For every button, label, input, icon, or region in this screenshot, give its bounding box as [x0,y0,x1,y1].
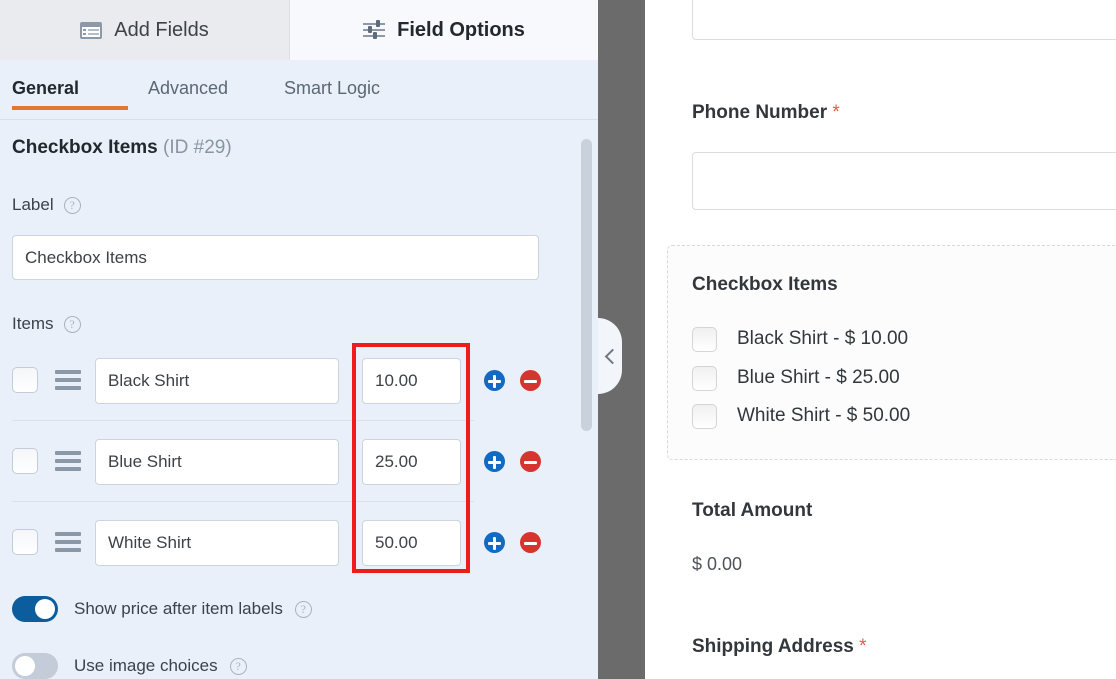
preview-input-above[interactable] [692,0,1116,40]
item-price-input[interactable]: 50.00 [362,520,461,566]
drag-handle-icon[interactable] [55,532,81,552]
toggle-image-choices-label-wrap: Use image choices ? [74,656,247,676]
preview-choice-label: Black Shirt - $ 10.00 [737,328,908,350]
builder-sub-tabs: General Advanced Smart Logic [0,60,598,120]
label-field-label: Label ? [12,195,81,215]
minus-circle-icon[interactable] [520,532,541,553]
chevron-left-icon [604,348,620,364]
subtab-general[interactable]: General [12,78,79,99]
item-label-input[interactable]: Blue Shirt [95,439,339,485]
preview-phone-label-text: Phone Number [692,102,827,123]
items-help-icon[interactable]: ? [64,316,81,333]
toggle-image-choices-row: Use image choices ? [12,653,247,679]
required-marker: * [859,636,866,657]
preview-phone-input[interactable] [692,152,1116,210]
active-subtab-underline [12,106,128,110]
list-box-icon [80,22,102,39]
drag-handle-icon[interactable] [55,370,81,390]
preview-choice-checkbox[interactable] [692,404,717,429]
minus-circle-icon[interactable] [520,370,541,391]
toggle-show-price[interactable] [12,596,58,622]
preview-shipping-label-text: Shipping Address [692,636,854,657]
tab-field-options-label: Field Options [397,19,525,42]
builder-top-tabs: Add Fields Field Options [0,0,598,60]
panel-scrollbar[interactable] [581,121,592,679]
label-help-icon[interactable]: ? [64,197,81,214]
plus-circle-icon[interactable] [484,451,505,472]
item-price-input[interactable]: 10.00 [362,358,461,404]
plus-circle-icon[interactable] [484,532,505,553]
tab-add-fields-label: Add Fields [114,19,209,42]
field-title-text: Checkbox Items [12,137,158,158]
toggle-show-price-label-wrap: Show price after item labels ? [74,599,312,619]
preview-phone-label: Phone Number * [692,102,840,124]
item-row: Black Shirt 10.00 [0,343,598,424]
item-label-input[interactable]: Black Shirt [95,358,339,404]
row-divider [12,420,474,421]
item-default-checkbox[interactable] [12,448,38,474]
label-field-label-text: Label [12,195,54,215]
minus-circle-icon[interactable] [520,451,541,472]
preview-choice-checkbox[interactable] [692,327,717,352]
preview-total-value: $ 0.00 [692,554,742,575]
panel-scrollbar-thumb[interactable] [581,139,592,431]
field-id: (ID #29) [163,137,232,158]
field-options-body: Checkbox Items (ID #29) Label ? Checkbox… [0,121,598,679]
collapse-panel-button[interactable] [598,318,622,394]
preview-choice-label: Blue Shirt - $ 25.00 [737,367,900,389]
item-label-input[interactable]: White Shirt [95,520,339,566]
preview-shipping-label: Shipping Address * [692,636,867,658]
label-input[interactable]: Checkbox Items [12,235,539,280]
preview-choice-checkbox[interactable] [692,366,717,391]
item-default-checkbox[interactable] [12,367,38,393]
field-options-panel: Add Fields Field Options General Advance… [0,0,598,679]
field-title: Checkbox Items (ID #29) [12,137,232,159]
form-preview-panel: Phone Number * Checkbox Items Black Shir… [645,0,1116,679]
app-root: Add Fields Field Options General Advance… [0,0,1116,679]
toggle-show-price-row: Show price after item labels ? [12,596,312,622]
tab-add-fields[interactable]: Add Fields [0,0,290,60]
sliders-icon [363,20,385,40]
item-row: White Shirt 50.00 [0,505,598,586]
toggle-show-price-label: Show price after item labels [74,599,283,619]
item-row: Blue Shirt 25.00 [0,424,598,505]
preview-checkbox-title: Checkbox Items [692,274,838,296]
preview-total-label: Total Amount [692,500,812,522]
tab-field-options[interactable]: Field Options [290,0,598,60]
plus-circle-icon[interactable] [484,370,505,391]
drag-handle-icon[interactable] [55,451,81,471]
subtab-smart-logic[interactable]: Smart Logic [284,78,380,99]
item-default-checkbox[interactable] [12,529,38,555]
row-divider [12,501,474,502]
item-price-input[interactable]: 25.00 [362,439,461,485]
preview-choice-label: White Shirt - $ 50.00 [737,405,910,427]
subtab-advanced[interactable]: Advanced [148,78,228,99]
items-field-label: Items ? [12,314,81,334]
show-price-help-icon[interactable]: ? [295,601,312,618]
image-choices-help-icon[interactable]: ? [230,658,247,675]
items-field-label-text: Items [12,314,54,334]
toggle-image-choices-label: Use image choices [74,656,218,676]
toggle-image-choices[interactable] [12,653,58,679]
required-marker: * [832,102,839,123]
